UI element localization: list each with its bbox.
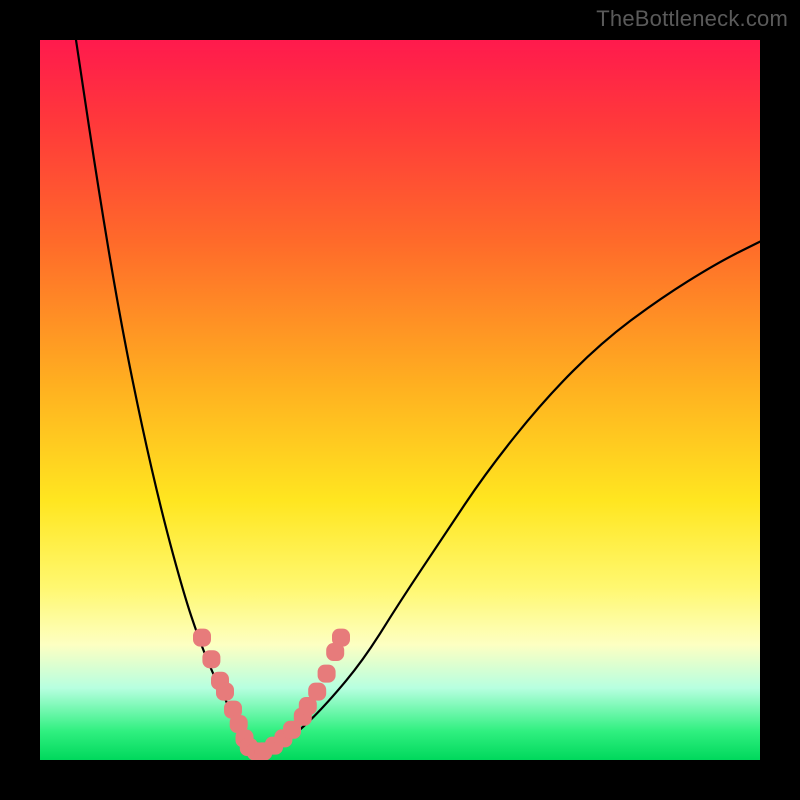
plot-area: [40, 40, 760, 760]
chart-svg: [40, 40, 760, 760]
curve-marker: [216, 683, 234, 701]
curve-marker: [193, 629, 211, 647]
curve-marker: [240, 738, 258, 756]
marker-group: [193, 629, 350, 760]
curve-marker: [318, 665, 336, 683]
curve-marker: [299, 697, 317, 715]
curve-marker: [265, 737, 283, 755]
curve-marker: [211, 672, 229, 690]
curve-marker: [224, 701, 242, 719]
curve-marker: [283, 721, 301, 739]
curve-marker: [247, 742, 265, 760]
main-curve: [76, 40, 760, 752]
watermark-text: TheBottleneck.com: [596, 6, 788, 32]
curve-marker: [230, 715, 248, 733]
curve-marker: [294, 708, 312, 726]
curve-marker: [202, 650, 220, 668]
curve-marker: [326, 643, 344, 661]
curve-marker: [274, 729, 292, 747]
curve-marker: [308, 683, 326, 701]
curve-marker: [254, 742, 272, 760]
figure-root: TheBottleneck.com: [0, 0, 800, 800]
curve-marker: [236, 729, 254, 747]
curve-marker: [332, 629, 350, 647]
